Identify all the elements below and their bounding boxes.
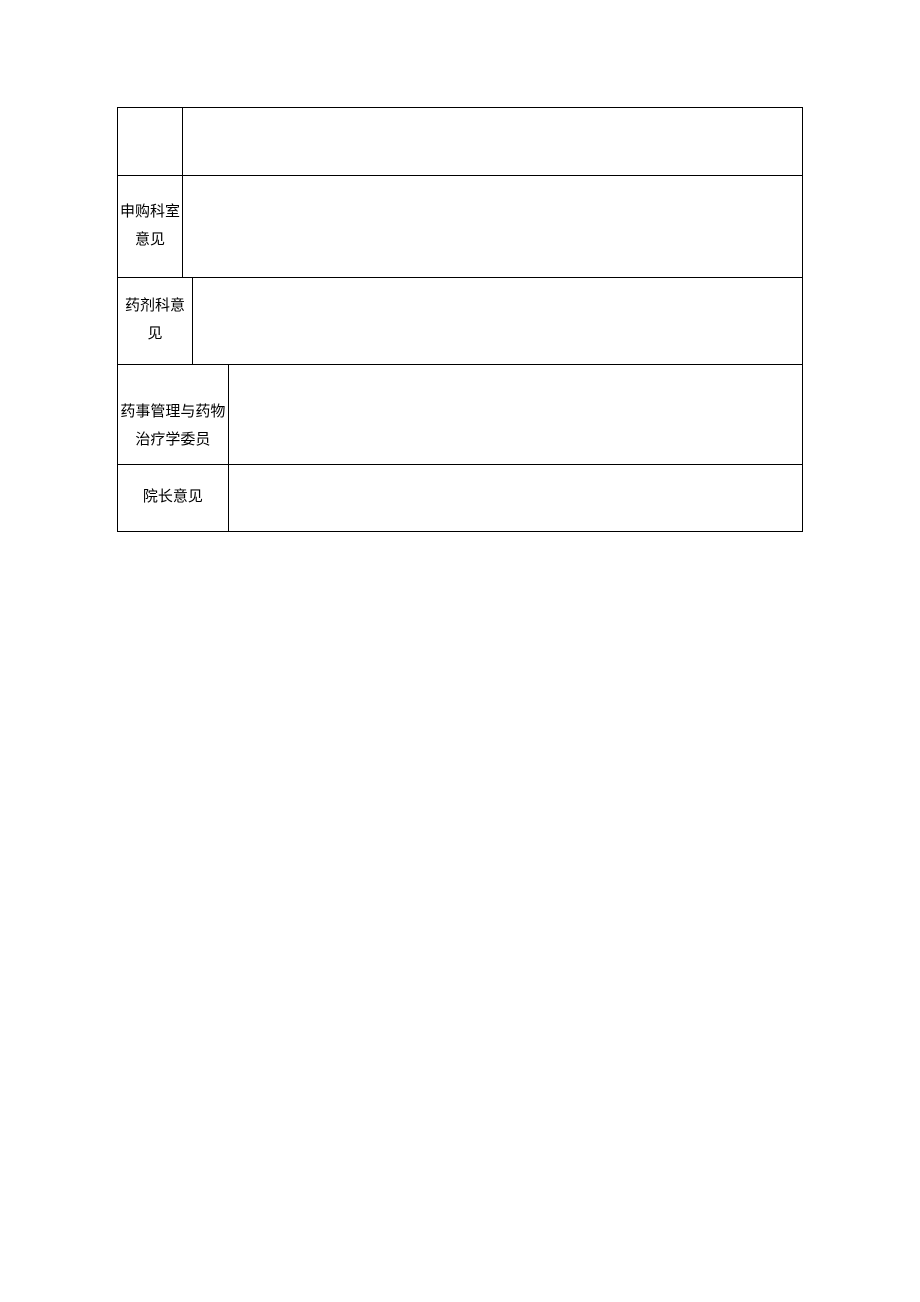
row-5-value	[228, 465, 802, 532]
row-3-value	[192, 278, 802, 365]
row-2-label: 申购科室意见	[118, 176, 183, 278]
table-row: 药事管理与药物治疗学委员	[118, 365, 803, 465]
form-table: 申购科室意见	[117, 107, 803, 278]
row-3-label: 药剂科意见	[118, 278, 193, 365]
row-1-value	[182, 108, 802, 176]
row-4-label: 药事管理与药物治疗学委员	[118, 365, 229, 465]
form-table-3: 药事管理与药物治疗学委员 院长意见	[117, 364, 803, 532]
table-row: 药剂科意见	[118, 278, 803, 365]
row-1-label	[118, 108, 183, 176]
row-4-value	[228, 365, 802, 465]
row-2-value	[182, 176, 802, 278]
form-table-2: 药剂科意见	[117, 277, 803, 365]
table-row	[118, 108, 803, 176]
table-row: 院长意见	[118, 465, 803, 532]
approval-form: 申购科室意见 药剂科意见 药事管理与药物治疗学委员 院长意见	[117, 107, 803, 532]
table-row: 申购科室意见	[118, 176, 803, 278]
row-5-label: 院长意见	[118, 465, 229, 532]
